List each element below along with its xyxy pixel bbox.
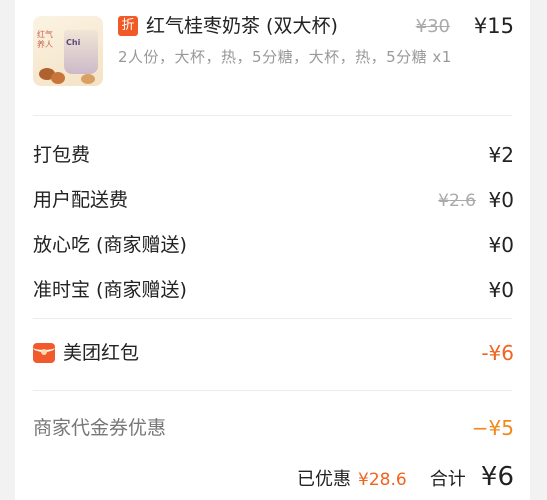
fee-row-delivery: 用户配送费 ¥2.6 ¥0 [33, 185, 514, 215]
fee-row-on-time[interactable]: 准时宝 (商家赠送) ¥0 [33, 275, 514, 305]
coupon-value: −¥5 [471, 416, 514, 440]
fee-label: 用户配送费 [33, 189, 129, 211]
divider [33, 115, 512, 116]
red-packet-icon [33, 343, 55, 363]
discount-tag: 折 [118, 16, 138, 36]
coupon-row[interactable]: 商家代金券优惠 −¥5 [33, 413, 514, 443]
cup-label: Chi [66, 38, 81, 47]
coupon-label: 商家代金券优惠 [33, 417, 167, 439]
fee-original-value: ¥2.6 [438, 191, 476, 211]
fee-label: 打包费 [33, 144, 91, 166]
product-price: ¥15 [473, 14, 514, 38]
divider [33, 318, 512, 319]
date-image [81, 74, 95, 84]
red-packet-label: 美团红包 [63, 342, 140, 364]
fee-value: ¥0 [488, 188, 514, 212]
total-value: ¥6 [480, 462, 514, 492]
fee-label: 准时宝 (商家赠送) [33, 279, 187, 301]
discount-value: ¥28.6 [358, 470, 407, 490]
product-original-price: ¥30 [415, 16, 450, 37]
order-summary: 已优惠 ¥28.6 合计 ¥6 [297, 462, 514, 496]
fee-row-packaging: 打包费 ¥2 [33, 140, 514, 170]
discount-label: 已优惠 [296, 469, 351, 490]
product-image-text: 红气养人 [37, 30, 53, 49]
fee-label: 放心吃 (商家赠送) [33, 234, 187, 256]
fee-value: ¥0 [488, 278, 514, 302]
divider [33, 390, 512, 391]
fee-row-safe-eat[interactable]: 放心吃 (商家赠送) ¥0 [33, 230, 514, 260]
fee-value: ¥0 [488, 233, 514, 257]
red-packet-value: -¥6 [481, 341, 514, 365]
fee-value: ¥2 [488, 143, 514, 167]
date-image [51, 72, 65, 84]
cup-image [64, 30, 98, 74]
order-detail-card: 红气养人 Chi 折 红气桂枣奶茶 (双大杯) ¥30 ¥15 2人份，大杯，热… [15, 0, 530, 500]
product-thumbnail[interactable]: 红气养人 Chi [33, 16, 103, 86]
red-packet-row[interactable]: 美团红包 -¥6 [33, 338, 514, 368]
product-name[interactable]: 红气桂枣奶茶 (双大杯) [146, 13, 338, 39]
product-spec: 2人份，大杯，热，5分糖，大杯，热，5分糖 x1 [118, 48, 452, 66]
total-label: 合计 [429, 469, 466, 490]
